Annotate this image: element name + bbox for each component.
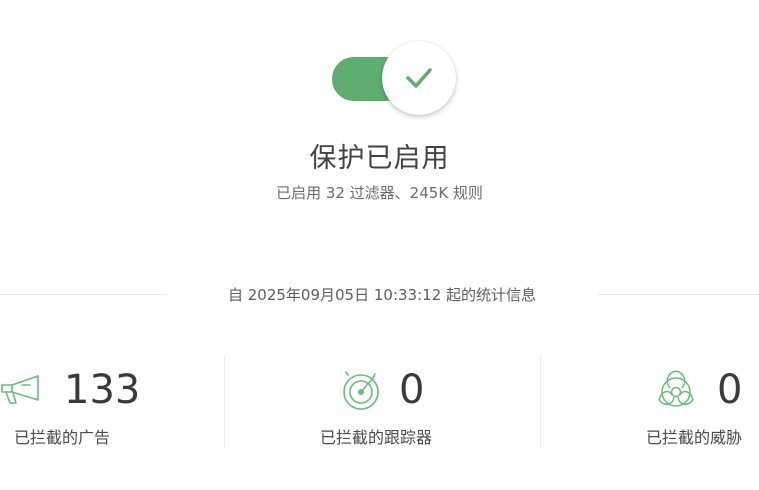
radar-icon — [339, 368, 383, 412]
stat-value: 0 — [717, 367, 743, 413]
divider-right — [598, 294, 759, 295]
megaphone-icon — [0, 368, 44, 412]
stat-label: 已拦截的跟踪器 — [320, 428, 433, 447]
protection-toggle[interactable] — [332, 41, 458, 121]
stat-value: 133 — [64, 367, 141, 413]
stat-blocked-trackers[interactable]: 0 已拦截的跟踪器 — [225, 362, 540, 452]
biohazard-icon — [653, 367, 699, 413]
checkmark-icon — [404, 66, 434, 90]
stat-label: 已拦截的广告 — [14, 428, 111, 447]
stat-label: 已拦截的威胁 — [646, 428, 743, 447]
protection-status-title: 保护已启用 — [309, 143, 450, 174]
divider-left — [0, 294, 166, 295]
stat-blocked-ads[interactable]: 133 已拦截的广告 — [0, 362, 224, 452]
stat-blocked-threats[interactable]: 0 已拦截的威胁 — [541, 362, 759, 452]
stat-value: 0 — [399, 367, 425, 413]
protection-status-subtitle: 已启用 32 过滤器、245K 规则 — [276, 184, 483, 202]
toggle-knob — [382, 41, 456, 115]
stats-heading: 自 2025年09月05日 10:33:12 起的统计信息 — [227, 286, 537, 304]
